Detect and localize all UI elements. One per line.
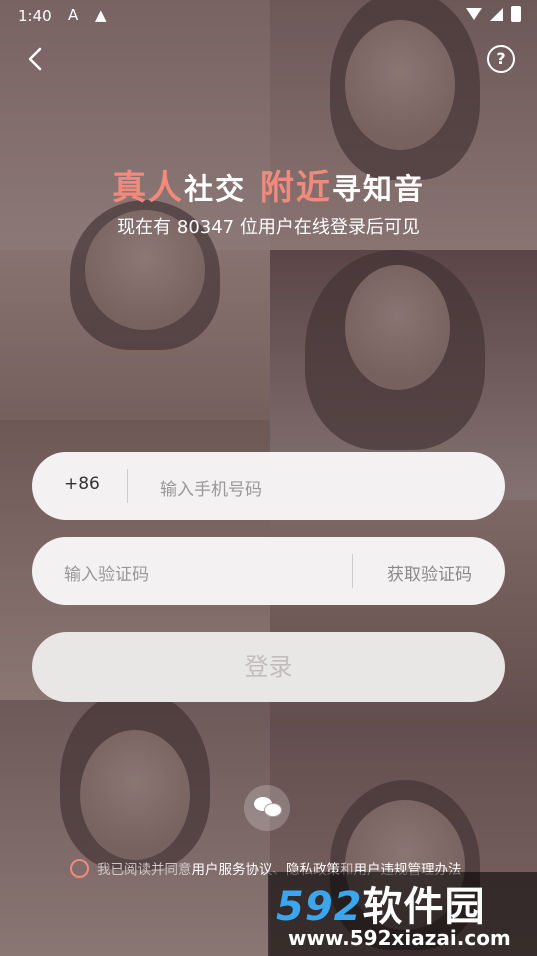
battery-icon xyxy=(511,6,521,22)
agreement-checkbox[interactable] xyxy=(70,858,89,878)
status-bar: 1:40 A ▲ xyxy=(0,0,537,32)
user-service-agreement-link[interactable]: 用户服务协议 xyxy=(192,862,273,878)
verification-code-field[interactable]: 输入验证码 获取验证码 xyxy=(32,537,505,605)
online-users-subtitle: 现在有 80347 位用户在线登录后可见 xyxy=(117,217,420,238)
help-button[interactable]: ? xyxy=(487,45,515,73)
watermark-brand-text: 软件园 xyxy=(362,884,486,930)
divider xyxy=(352,554,353,588)
title-text: 寻知音 xyxy=(331,172,425,206)
title-highlight: 真人 xyxy=(112,168,185,208)
question-icon: ? xyxy=(496,49,506,68)
back-button[interactable] xyxy=(20,42,54,76)
code-input[interactable]: 输入验证码 xyxy=(64,560,149,585)
watermark-brand: 592软件园 xyxy=(276,874,486,932)
country-code-selector[interactable]: +86 xyxy=(64,474,100,494)
wechat-login-button[interactable] xyxy=(244,785,290,831)
divider xyxy=(127,469,128,503)
title-text: 社交 xyxy=(184,172,247,206)
wechat-icon-bubble xyxy=(264,803,282,817)
chevron-left-icon xyxy=(28,47,42,71)
phone-input[interactable]: 输入手机号码 xyxy=(160,475,262,500)
status-time: 1:40 xyxy=(18,7,52,25)
watermark-logo: 592软件园 www.592xiazai.com xyxy=(268,872,537,956)
notification-a-icon: A xyxy=(68,6,79,24)
login-button[interactable]: 登录 xyxy=(32,632,505,702)
agreement-prefix: 我已阅读并同意 xyxy=(97,862,192,878)
title-highlight: 附近 xyxy=(259,168,332,208)
warning-icon: ▲ xyxy=(95,6,107,24)
watermark-url: www.592xiazai.com xyxy=(288,926,511,950)
phone-field[interactable]: +86 输入手机号码 xyxy=(32,452,505,520)
watermark-brand-number: 592 xyxy=(276,884,363,930)
get-code-button[interactable]: 获取验证码 xyxy=(387,560,472,585)
wifi-icon xyxy=(466,8,482,20)
page-title: 真人社交 附近寻知音 xyxy=(0,160,537,209)
signal-icon xyxy=(490,7,503,21)
